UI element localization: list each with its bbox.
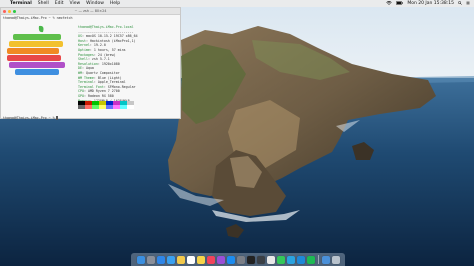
music-icon[interactable] bbox=[206, 255, 215, 264]
terminal-icon[interactable] bbox=[246, 255, 255, 264]
podcasts-icon[interactable] bbox=[216, 255, 225, 264]
palette-swatch bbox=[127, 105, 134, 109]
downloads-icon[interactable] bbox=[321, 255, 330, 264]
palette-swatch bbox=[113, 105, 120, 109]
terminal-titlebar[interactable]: ~ — zsh — 80×24 bbox=[1, 8, 180, 15]
apple-logo-ascii bbox=[7, 25, 65, 75]
menu-clock[interactable]: Mon 20 Jan 15:38:15 bbox=[407, 1, 454, 6]
palette-swatch bbox=[120, 105, 127, 109]
mail-icon[interactable] bbox=[166, 255, 175, 264]
chrome-icon[interactable] bbox=[266, 255, 275, 264]
photos-icon[interactable] bbox=[176, 255, 185, 264]
menu-list-icon[interactable] bbox=[466, 1, 470, 7]
calendar-icon[interactable] bbox=[186, 255, 195, 264]
activity-monitor-icon[interactable] bbox=[256, 255, 265, 264]
terminal-title: ~ — zsh — 80×24 bbox=[74, 9, 107, 13]
palette-swatch bbox=[106, 105, 113, 109]
telegram-icon[interactable] bbox=[286, 255, 295, 264]
finder-icon[interactable] bbox=[136, 255, 145, 264]
menu-edit[interactable]: Edit bbox=[55, 1, 64, 6]
system-info: thaead@Thaiys-iMac-Pro.local -----------… bbox=[78, 25, 138, 103]
safari-icon[interactable] bbox=[156, 255, 165, 264]
wifi-icon[interactable] bbox=[386, 0, 393, 7]
spotify-icon[interactable] bbox=[306, 255, 315, 264]
battery-icon[interactable] bbox=[396, 0, 404, 7]
appstore-icon[interactable] bbox=[226, 255, 235, 264]
palette-swatch bbox=[78, 105, 85, 109]
launchpad-icon[interactable] bbox=[146, 255, 155, 264]
dock-separator bbox=[317, 255, 319, 264]
vscode-icon[interactable] bbox=[296, 255, 305, 264]
palette-swatch bbox=[99, 105, 106, 109]
menu-help[interactable]: Help bbox=[110, 1, 120, 6]
menu-view[interactable]: View bbox=[69, 1, 80, 6]
menu-window[interactable]: Window bbox=[86, 1, 104, 6]
user-host: thaead@Thaiys-iMac-Pro.local bbox=[78, 25, 134, 29]
prompt-line-top: thaead@Thaiys-iMac-Pro ~ % neofetch bbox=[3, 16, 73, 20]
search-icon[interactable] bbox=[458, 0, 462, 7]
palette-swatch bbox=[92, 105, 99, 109]
menu-shell[interactable]: Shell bbox=[38, 1, 49, 6]
notes-icon[interactable] bbox=[196, 255, 205, 264]
system-preferences-icon[interactable] bbox=[236, 255, 245, 264]
menu-bar: Terminal Shell Edit View Window Help Mon… bbox=[0, 0, 474, 7]
terminal-window[interactable]: ~ — zsh — 80×24 thaead@Thaiys-iMac-Pro ~… bbox=[0, 7, 181, 120]
color-palette bbox=[78, 101, 134, 109]
whatsapp-icon[interactable] bbox=[276, 255, 285, 264]
menu-app-name[interactable]: Terminal bbox=[10, 1, 32, 6]
palette-swatch bbox=[85, 105, 92, 109]
text-cursor bbox=[55, 116, 58, 120]
trash-icon[interactable] bbox=[331, 255, 340, 264]
prompt-line-bottom: thaead@Thaiys-iMac-Pro ~ % bbox=[3, 116, 58, 120]
dock bbox=[131, 253, 345, 266]
